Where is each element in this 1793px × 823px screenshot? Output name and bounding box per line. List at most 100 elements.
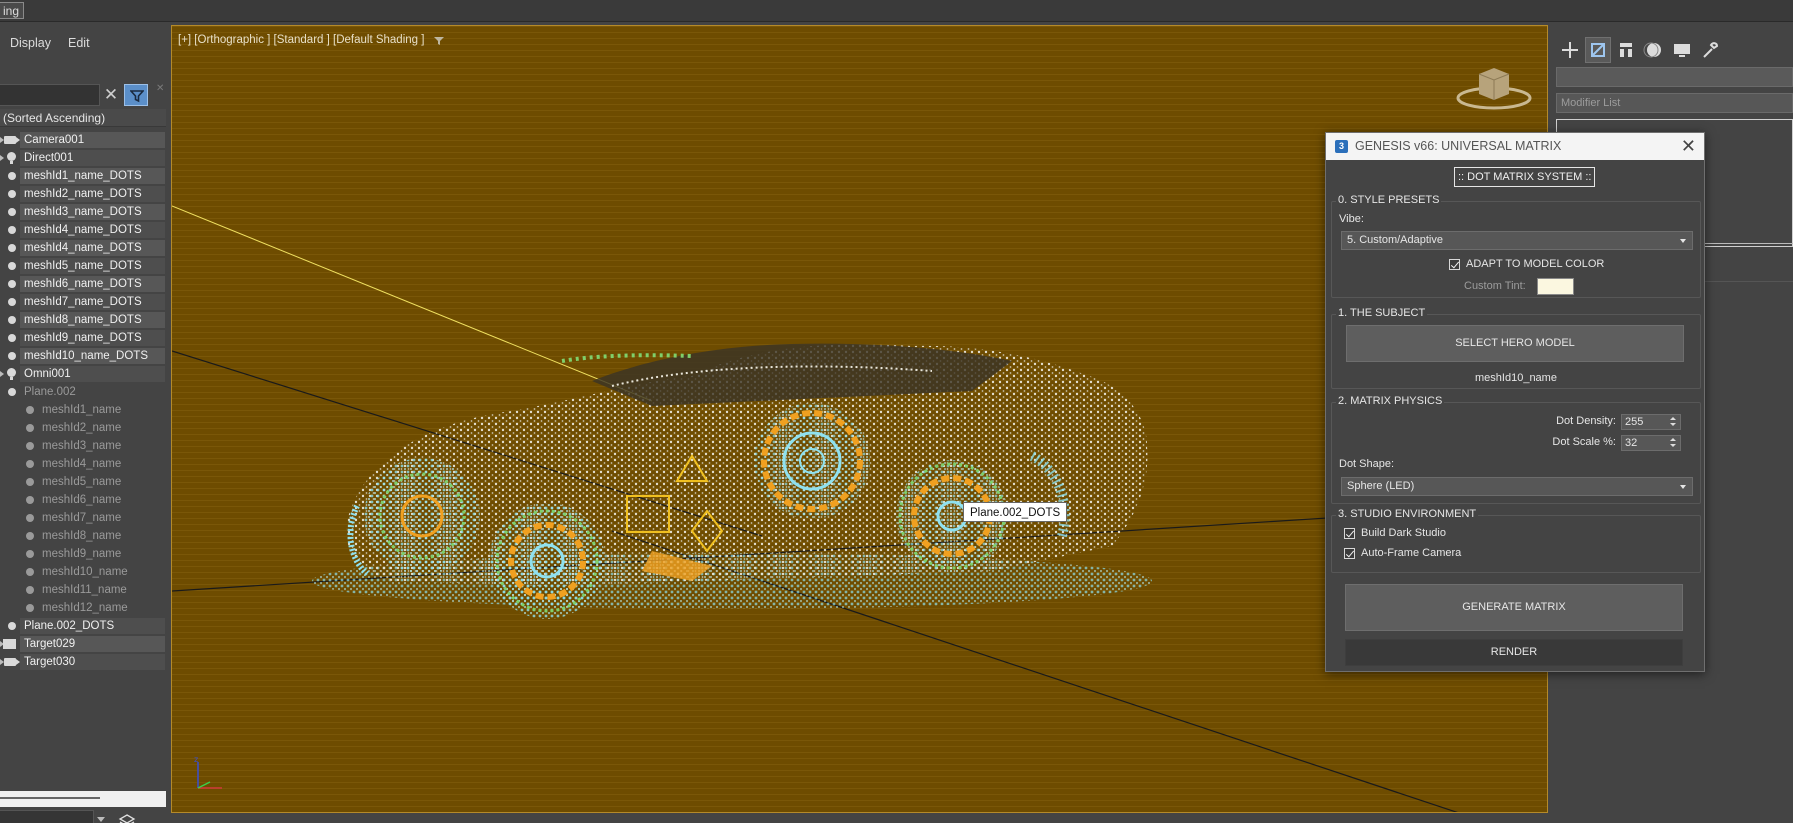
layer-dropdown[interactable] (0, 810, 94, 823)
scene-tree-row[interactable]: Target030 (0, 653, 166, 671)
visibility-icon[interactable] (8, 352, 16, 360)
scene-tree-row[interactable]: meshId7_name (0, 509, 166, 527)
layers-icon[interactable] (118, 812, 136, 823)
clear-search-icon[interactable]: ✕ (102, 84, 120, 106)
scene-tree-row[interactable]: meshId5_name (0, 473, 166, 491)
vibe-dropdown[interactable]: 5. Custom/Adaptive (1341, 231, 1693, 250)
scene-tree-row[interactable]: Plane.002_DOTS (0, 617, 166, 635)
spinner-up-icon[interactable] (1670, 438, 1676, 441)
visibility-icon[interactable] (8, 190, 16, 198)
camera-icon[interactable] (4, 658, 20, 666)
expand-arrow-icon[interactable] (0, 371, 4, 377)
visibility-icon[interactable] (26, 496, 34, 504)
panel-close-icon[interactable]: ✕ (156, 83, 164, 94)
dialog-title-bar[interactable]: 3 GENESIS v66: UNIVERSAL MATRIX ✕ (1326, 133, 1704, 160)
scene-tree-row[interactable]: meshId12_name (0, 599, 166, 617)
camera-icon[interactable] (4, 136, 20, 144)
motion-tab-icon[interactable] (1641, 37, 1667, 63)
scene-tree-row[interactable]: meshId4_name_DOTS (0, 239, 166, 257)
spinner-down-icon[interactable] (1670, 423, 1676, 426)
visibility-icon[interactable] (26, 586, 34, 594)
scene-tree-row[interactable]: Omni001 (0, 365, 166, 383)
adapt-color-checkbox[interactable] (1449, 259, 1460, 270)
light-icon[interactable] (7, 152, 16, 164)
sort-column-header[interactable]: (Sorted Ascending) (0, 109, 166, 127)
visibility-icon[interactable] (8, 334, 16, 342)
scene-tree-row[interactable]: meshId10_name (0, 563, 166, 581)
viewcube-icon[interactable] (1454, 62, 1534, 112)
visibility-icon[interactable] (26, 550, 34, 558)
visibility-icon[interactable] (8, 622, 16, 630)
visibility-icon[interactable] (8, 172, 16, 180)
explorer-scrollbar[interactable] (0, 791, 166, 807)
visibility-icon[interactable] (26, 514, 34, 522)
menu-edit[interactable]: Edit (68, 36, 90, 50)
visibility-icon[interactable] (26, 532, 34, 540)
scene-tree-row[interactable]: meshId8_name (0, 527, 166, 545)
scene-tree-row[interactable]: meshId1_name (0, 401, 166, 419)
light-icon[interactable] (7, 368, 16, 380)
visibility-icon[interactable] (8, 298, 16, 306)
menu-item-scripting[interactable]: ing (0, 2, 25, 19)
scene-tree-row[interactable]: meshId1_name_DOTS (0, 167, 166, 185)
menu-display[interactable]: Display (10, 36, 51, 50)
viewport-label[interactable]: [+] [Orthographic ] [Standard ] [Default… (178, 34, 424, 46)
viewport-filter-icon[interactable] (434, 36, 444, 46)
generate-matrix-button[interactable]: GENERATE MATRIX (1345, 584, 1683, 631)
close-icon[interactable]: ✕ (1681, 136, 1696, 156)
spinner-up-icon[interactable] (1670, 417, 1676, 420)
visibility-icon[interactable] (26, 604, 34, 612)
dot-shape-dropdown[interactable]: Sphere (LED) (1341, 477, 1693, 496)
dot-scale-spinner[interactable]: 32 (1621, 435, 1681, 451)
build-dark-studio-checkbox[interactable] (1344, 528, 1355, 539)
render-button[interactable]: RENDER (1345, 639, 1683, 666)
scene-tree-row[interactable]: meshId2_name_DOTS (0, 185, 166, 203)
scene-tree-row[interactable]: meshId6_name (0, 491, 166, 509)
filter-toggle-button[interactable] (124, 84, 148, 106)
scene-tree-row[interactable]: meshId10_name_DOTS (0, 347, 166, 365)
visibility-icon[interactable] (8, 208, 16, 216)
scene-tree-row[interactable]: Camera001 (0, 131, 166, 149)
chevron-down-icon[interactable] (97, 817, 105, 822)
scene-tree-row[interactable]: Direct001 (0, 149, 166, 167)
target-icon[interactable] (3, 639, 16, 649)
scene-tree-row[interactable]: meshId9_name_DOTS (0, 329, 166, 347)
scene-tree-row[interactable]: meshId3_name (0, 437, 166, 455)
explorer-search-input[interactable] (0, 84, 100, 106)
auto-frame-camera-checkbox[interactable] (1344, 548, 1355, 559)
custom-tint-swatch[interactable] (1537, 278, 1574, 295)
visibility-icon[interactable] (26, 424, 34, 432)
visibility-icon[interactable] (26, 568, 34, 576)
modify-tab[interactable] (1585, 37, 1611, 63)
display-tab-monitor-icon[interactable] (1669, 37, 1695, 63)
scene-tree-row[interactable]: meshId5_name_DOTS (0, 257, 166, 275)
scene-tree-row[interactable]: meshId2_name (0, 419, 166, 437)
scene-tree-row[interactable]: meshId8_name_DOTS (0, 311, 166, 329)
modifier-list-dropdown[interactable]: Modifier List (1556, 93, 1793, 113)
visibility-icon[interactable] (8, 226, 16, 234)
dot-density-spinner[interactable]: 255 (1621, 414, 1681, 430)
visibility-icon[interactable] (8, 280, 16, 288)
visibility-icon[interactable] (8, 244, 16, 252)
spinner-down-icon[interactable] (1670, 444, 1676, 447)
visibility-icon[interactable] (26, 406, 34, 414)
object-name-field[interactable] (1556, 67, 1793, 87)
visibility-icon[interactable] (8, 388, 16, 396)
utilities-tab-wrench-icon[interactable] (1697, 37, 1723, 63)
create-tab-plus-icon[interactable] (1557, 37, 1583, 63)
scene-tree-row[interactable]: meshId6_name_DOTS (0, 275, 166, 293)
scene-tree-row[interactable]: Target029 (0, 635, 166, 653)
visibility-icon[interactable] (26, 478, 34, 486)
scrollbar-thumb[interactable] (0, 797, 100, 799)
scene-tree-row[interactable]: meshId3_name_DOTS (0, 203, 166, 221)
scene-tree-row[interactable]: meshId11_name (0, 581, 166, 599)
expand-arrow-icon[interactable] (0, 155, 4, 161)
visibility-icon[interactable] (26, 442, 34, 450)
scene-tree-row[interactable]: meshId9_name (0, 545, 166, 563)
visibility-icon[interactable] (8, 316, 16, 324)
scene-tree-row[interactable]: meshId4_name (0, 455, 166, 473)
scene-tree-row[interactable]: Plane.002 (0, 383, 166, 401)
visibility-icon[interactable] (26, 460, 34, 468)
visibility-icon[interactable] (8, 262, 16, 270)
scene-tree-row[interactable]: meshId7_name_DOTS (0, 293, 166, 311)
